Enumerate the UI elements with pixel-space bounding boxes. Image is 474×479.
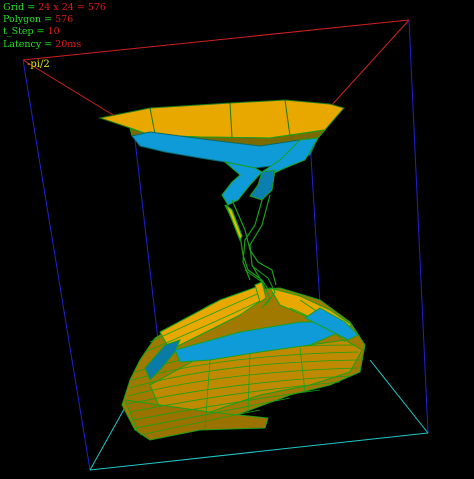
axis-label: -pi/2 — [27, 59, 50, 70]
3d-viewport[interactable] — [0, 0, 474, 479]
box-left-edge — [22, 59, 91, 471]
box-top-edge — [22, 19, 410, 61]
upper-neck-left — [221, 161, 263, 206]
box-inner-right — [309, 139, 321, 306]
box-inner-left — [134, 139, 159, 341]
box-right-edge — [408, 19, 429, 434]
box-bottom-front — [89, 432, 429, 471]
surface-neck — [224, 194, 277, 293]
box-bottom-right — [369, 359, 429, 434]
surface-upper-blue — [131, 131, 319, 206]
